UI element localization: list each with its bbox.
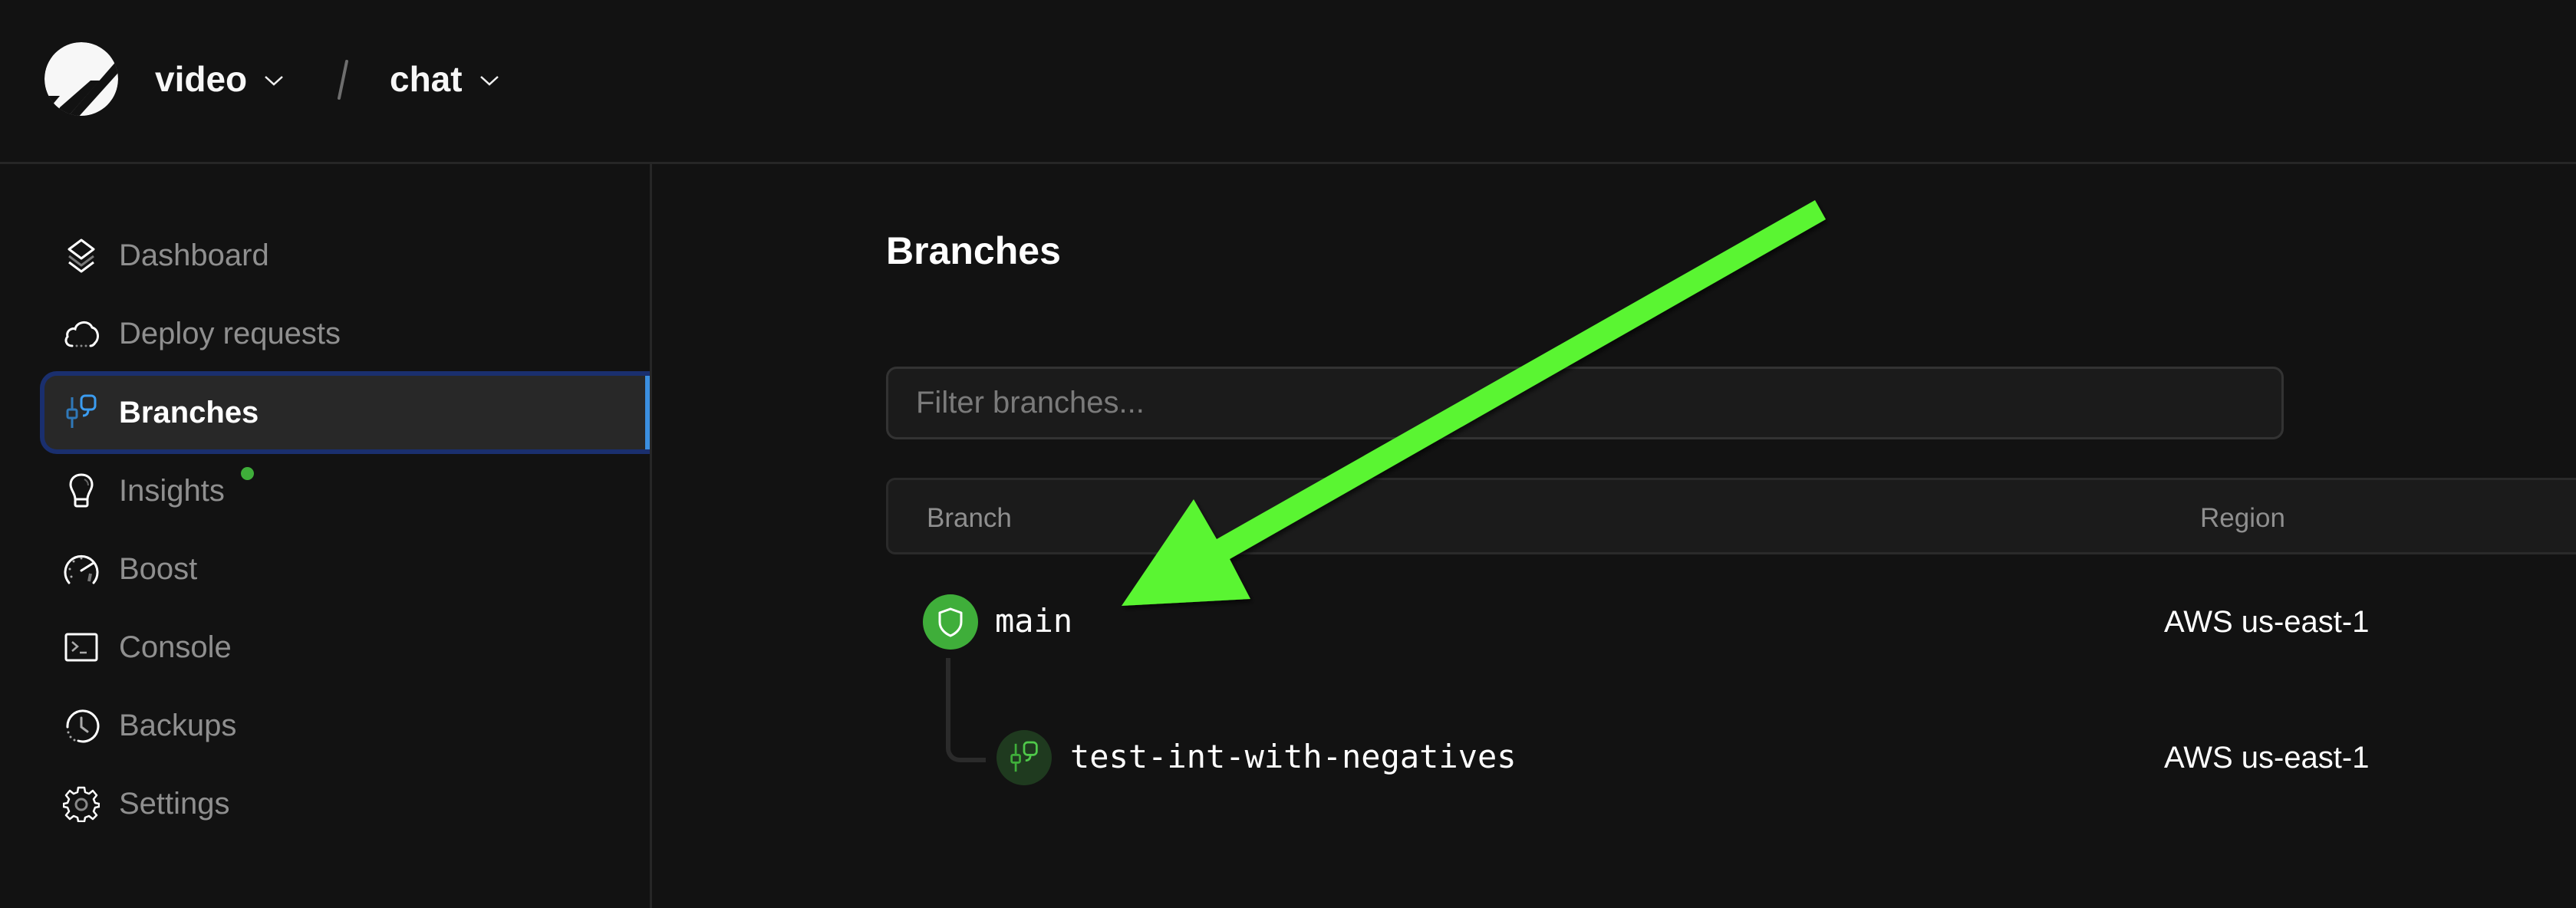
main-content: Branches Branch Region main AWS us-east-… xyxy=(654,164,2576,908)
sidebar-item-label: Insights xyxy=(119,473,225,508)
sidebar-item-label: Backups xyxy=(119,708,237,742)
development-branch-badge xyxy=(996,730,1052,785)
speedometer-icon xyxy=(61,549,101,589)
branch-tree-connector xyxy=(946,658,986,762)
branch-region: AWS us-east-1 xyxy=(2164,741,2370,775)
org-switcher[interactable]: video xyxy=(155,54,284,104)
branch-name-link[interactable]: test-int-with-negatives xyxy=(1070,738,1517,775)
table-row[interactable]: main AWS us-east-1 xyxy=(886,584,2576,660)
sidebar-item-dashboard[interactable]: Dashboard xyxy=(40,214,650,297)
sidebar-item-label: Console xyxy=(119,630,232,664)
production-branch-badge xyxy=(923,594,978,650)
layers-icon xyxy=(61,235,101,275)
shield-icon xyxy=(938,607,963,637)
sidebar-item-insights[interactable]: Insights xyxy=(40,449,650,532)
filter-branches-input[interactable] xyxy=(886,367,2284,439)
sidebar-item-settings[interactable]: Settings xyxy=(40,762,650,845)
clock-icon xyxy=(61,706,101,745)
top-header: video chat xyxy=(0,0,2576,164)
chevron-down-icon xyxy=(265,76,283,86)
database-name: chat xyxy=(390,59,463,99)
table-header: Branch Region xyxy=(886,478,2576,554)
sidebar-item-branches[interactable]: Branches xyxy=(40,371,650,454)
branch-icon xyxy=(61,393,101,433)
database-switcher[interactable]: chat xyxy=(390,54,499,104)
breadcrumb-separator xyxy=(338,60,348,100)
org-name: video xyxy=(155,59,248,99)
sidebar-item-backups[interactable]: Backups xyxy=(40,684,650,767)
sidebar-item-label: Boost xyxy=(119,551,198,586)
sidebar-nav: Dashboard Deploy requests Branches Insig… xyxy=(0,164,652,908)
column-header-region: Region xyxy=(2200,503,2285,533)
sidebar-item-console[interactable]: Console xyxy=(40,606,650,689)
sidebar-item-label: Settings xyxy=(119,786,230,821)
cloud-icon xyxy=(61,314,101,354)
notification-dot xyxy=(241,467,254,480)
column-header-branch: Branch xyxy=(927,503,1012,533)
page-title: Branches xyxy=(886,229,1061,272)
sidebar-item-label: Branches xyxy=(119,395,259,429)
branch-region: AWS us-east-1 xyxy=(2164,605,2370,639)
chevron-down-icon xyxy=(479,76,499,86)
sidebar-item-boost[interactable]: Boost xyxy=(40,528,650,610)
app-root: video chat Dashboard Deploy requests Bra… xyxy=(0,0,2576,908)
lightbulb-icon xyxy=(61,471,101,511)
table-row[interactable]: test-int-with-negatives AWS us-east-1 xyxy=(886,719,2576,796)
branch-icon xyxy=(1010,741,1038,772)
terminal-icon xyxy=(61,627,101,667)
branch-name-link[interactable]: main xyxy=(995,602,1072,640)
sidebar-item-deploy-requests[interactable]: Deploy requests xyxy=(40,292,650,375)
planetscale-logo-icon[interactable] xyxy=(44,42,118,116)
sidebar-item-label: Deploy requests xyxy=(119,316,341,350)
sidebar-item-label: Dashboard xyxy=(119,238,269,272)
active-indicator xyxy=(645,376,650,449)
gear-icon xyxy=(61,784,101,824)
